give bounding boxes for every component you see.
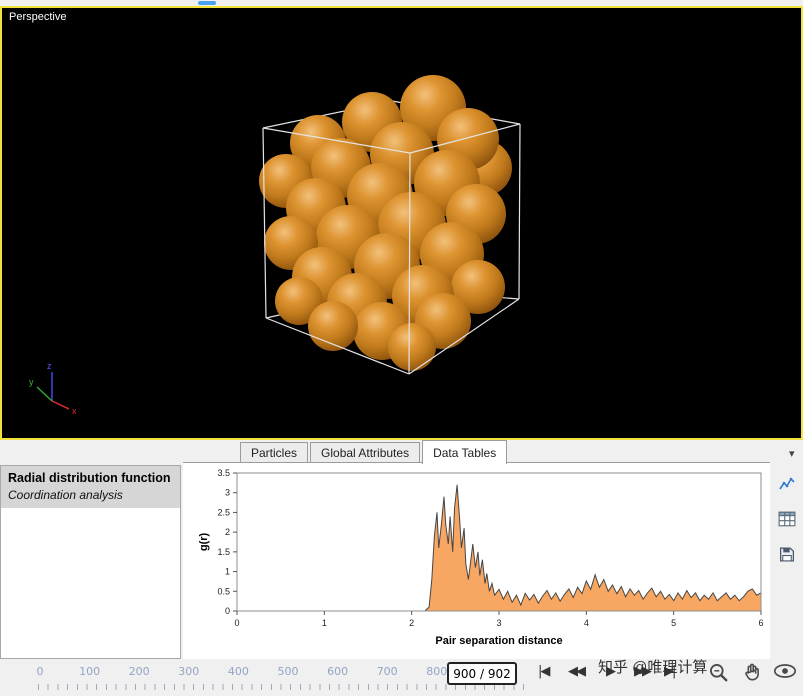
timeline-tick-label: 300 [178,665,199,678]
timeline-tick-label: 500 [278,665,299,678]
rdf-chart-panel: 0 1 2 3 4 5 6 0 0.5 1 1.5 2 2.5 3 3.5 Pair separation d… [183,462,770,659]
bottom-panel: Particles Global Attributes Data Tables … [0,440,803,696]
svg-text:4: 4 [584,618,589,628]
hand-icon [742,662,762,684]
y-axis-label: g(r) [198,533,210,552]
svg-text:3.5: 3.5 [217,468,230,478]
chart-view-button[interactable] [775,472,799,496]
svg-text:1.5: 1.5 [217,547,230,557]
analysis-list: Radial distribution function Coordinatio… [0,465,181,659]
previous-frame-button[interactable]: ◀◀ [568,664,584,679]
timeline-tick-label: 600 [327,665,348,678]
svg-text:0: 0 [234,618,239,628]
export-save-button[interactable] [775,542,799,566]
chevron-down-icon: ▾ [789,448,795,460]
table-view-button[interactable] [775,507,799,531]
line-chart-icon [778,476,796,492]
timeline-tick-label: 200 [129,665,150,678]
first-frame-button[interactable]: |◀ [538,664,548,679]
svg-text:6: 6 [758,618,763,628]
viewport-mode-label: Perspective [9,11,66,23]
list-item-subtitle: Coordination analysis [8,488,173,502]
tab-particles[interactable]: Particles [240,442,308,463]
tab-overflow-button[interactable]: ▾ [783,446,801,461]
top-scrollbar-thumb[interactable] [198,1,216,5]
chart-toolbar [770,464,803,659]
svg-text:y: y [29,377,34,387]
watermark: 知乎 @唯理计算 [598,656,707,677]
list-item-rdf[interactable]: Radial distribution function Coordinatio… [1,466,180,508]
svg-text:3: 3 [225,488,230,498]
svg-text:2.5: 2.5 [217,507,230,517]
svg-text:z: z [47,361,52,371]
magnifier-icon [708,662,730,684]
timeline-tick-label: 800 [426,665,447,678]
visibility-button[interactable] [773,662,797,683]
save-icon [778,546,796,563]
x-axis-label: Pair separation distance [435,635,562,647]
svg-text:2: 2 [225,527,230,537]
svg-text:5: 5 [671,618,676,628]
rdf-chart: 0 1 2 3 4 5 6 0 0.5 1 1.5 2 2.5 3 3.5 Pair separation d… [183,463,768,658]
timeline-tick-label: 100 [79,665,100,678]
svg-text:0: 0 [225,606,230,616]
list-item-title: Radial distribution function [8,471,173,485]
eye-icon [773,662,797,680]
timeline-tick-label: 400 [228,665,249,678]
table-icon [778,511,796,527]
tab-bar: Particles Global Attributes Data Tables [240,442,509,463]
timeline-tick-label: 0 [37,665,44,678]
particle-scene: z y x [2,8,801,438]
tab-global-attributes[interactable]: Global Attributes [310,442,420,463]
svg-text:1: 1 [225,567,230,577]
particle-spheres [259,75,512,371]
tab-data-tables[interactable]: Data Tables [422,440,507,464]
zoom-timeline-button[interactable] [708,662,730,687]
timeline-tick-label: 700 [377,665,398,678]
axis-tripod-icon: z y x [29,361,77,416]
data-tables-content: Radial distribution function Coordinatio… [0,462,803,659]
svg-text:2: 2 [409,618,414,628]
pan-timeline-button[interactable] [742,662,762,687]
svg-text:1: 1 [322,618,327,628]
svg-text:0.5: 0.5 [217,586,230,596]
svg-text:3: 3 [496,618,501,628]
frame-spinner[interactable]: 900 / 902 [447,662,517,685]
svg-text:x: x [72,406,77,416]
viewport-3d[interactable]: Perspective z y x [0,6,803,440]
